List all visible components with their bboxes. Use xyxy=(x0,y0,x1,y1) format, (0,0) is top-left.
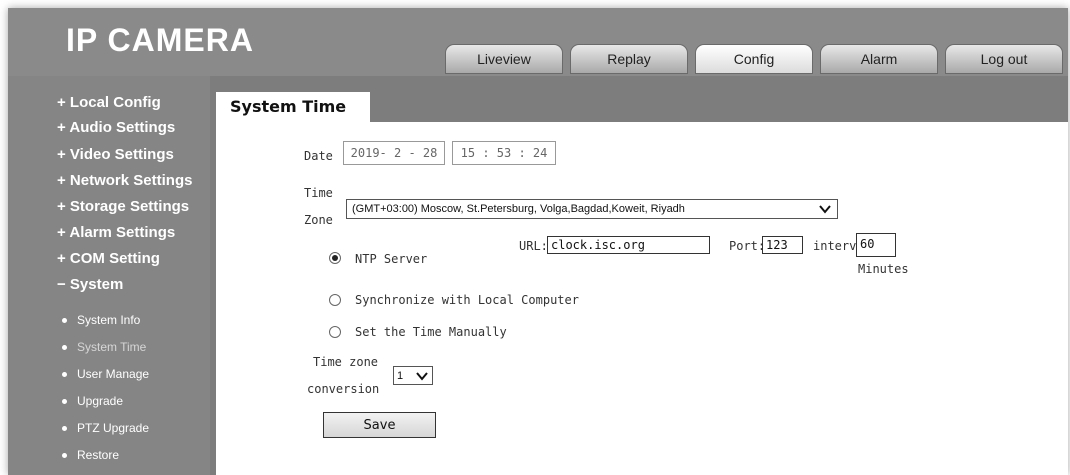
tab-alarm[interactable]: Alarm xyxy=(820,44,938,74)
bullet-icon xyxy=(62,318,67,324)
sidebar-subitem-upgrade[interactable]: Upgrade xyxy=(62,394,123,408)
chevron-down-icon xyxy=(819,205,831,214)
time-zone-select-value: (GMT+03:00) Moscow, St.Petersburg, Volga… xyxy=(352,203,685,215)
header-bar: IP CAMERA Liveview Replay Config Alarm L… xyxy=(8,8,1068,76)
sidebar-item-system[interactable]: − System xyxy=(57,276,123,293)
sidebar-subitem-label: System Time xyxy=(77,340,147,354)
system-time-panel: Date 2019- 2 - 28 15 : 53 : 24 Time Zone… xyxy=(216,122,1068,475)
sidebar-item-alarm-settings[interactable]: + Alarm Settings xyxy=(57,224,175,241)
sidebar-subitem-label: System Info xyxy=(77,313,141,327)
sidebar-item-com-setting[interactable]: + COM Setting xyxy=(57,250,160,267)
main-nav-tabs: Liveview Replay Config Alarm Log out xyxy=(445,44,1068,74)
sidebar-subitem-system-time[interactable]: System Time xyxy=(62,340,146,354)
sync-local-computer-radio[interactable] xyxy=(329,294,341,306)
tz-conversion-select-value: 1 xyxy=(397,369,404,382)
bullet-icon xyxy=(62,453,67,459)
interval-unit-label: Minutes xyxy=(858,262,909,276)
sidebar-item-local-config[interactable]: + Local Config xyxy=(57,94,161,111)
bullet-icon xyxy=(62,372,67,378)
time-zone-label-line2: Zone xyxy=(304,213,333,227)
sidebar: + Local Config + Audio Settings + Video … xyxy=(8,76,210,475)
bullet-icon xyxy=(62,345,67,351)
sidebar-subitem-label: Restore xyxy=(77,448,120,462)
bullet-icon xyxy=(62,426,67,432)
date-field[interactable]: 2019- 2 - 28 xyxy=(343,141,445,165)
url-label: URL: xyxy=(519,239,548,253)
sidebar-item-video-settings[interactable]: + Video Settings xyxy=(57,146,174,163)
time-zone-select[interactable]: (GMT+03:00) Moscow, St.Petersburg, Volga… xyxy=(346,199,838,219)
sidebar-subitem-restore[interactable]: Restore xyxy=(62,448,119,462)
sidebar-subitem-label: PTZ Upgrade xyxy=(77,421,150,435)
ntp-interval-input[interactable]: 60 xyxy=(856,233,896,257)
ntp-server-label: NTP Server xyxy=(355,252,428,266)
app-logo: IP CAMERA xyxy=(66,22,254,58)
ntp-port-input[interactable]: 123 xyxy=(762,236,803,254)
sidebar-subitem-ptz-upgrade[interactable]: PTZ Upgrade xyxy=(62,421,149,435)
sync-local-computer-label: Synchronize with Local Computer xyxy=(355,293,579,307)
tab-log-out[interactable]: Log out xyxy=(945,44,1063,74)
port-label: Port: xyxy=(729,239,766,253)
save-button[interactable]: Save xyxy=(323,412,436,438)
chevron-down-icon xyxy=(416,372,428,381)
sidebar-item-network-settings[interactable]: + Network Settings xyxy=(57,172,192,189)
ntp-url-input[interactable]: clock.isc.org xyxy=(547,236,710,254)
sidebar-item-audio-settings[interactable]: + Audio Settings xyxy=(57,119,175,136)
tz-conversion-label-line2: conversion xyxy=(307,382,380,396)
page-title-tab: System Time xyxy=(216,92,370,122)
time-zone-label-line1: Time xyxy=(304,186,333,200)
sidebar-subitem-label: User Manage xyxy=(77,367,150,381)
sidebar-subitem-label: Upgrade xyxy=(77,394,124,408)
sidebar-item-storage-settings[interactable]: + Storage Settings xyxy=(57,198,189,215)
tab-replay[interactable]: Replay xyxy=(570,44,688,74)
bullet-icon xyxy=(62,399,67,405)
time-field[interactable]: 15 : 53 : 24 xyxy=(452,141,556,165)
tz-conversion-label-line1: Time zone xyxy=(313,355,379,369)
tz-conversion-select[interactable]: 1 xyxy=(393,366,433,385)
app-window: IP CAMERA Liveview Replay Config Alarm L… xyxy=(8,8,1068,475)
ntp-server-radio[interactable] xyxy=(329,252,341,264)
sidebar-subitem-system-info[interactable]: System Info xyxy=(62,313,140,327)
tab-liveview[interactable]: Liveview xyxy=(445,44,563,74)
sidebar-subitem-user-manage[interactable]: User Manage xyxy=(62,367,149,381)
set-time-manually-radio[interactable] xyxy=(329,326,341,338)
content-area: System Time Date 2019- 2 - 28 15 : 53 : … xyxy=(216,92,1068,475)
tab-config[interactable]: Config xyxy=(695,44,813,74)
set-time-manually-label: Set the Time Manually xyxy=(355,325,507,339)
date-label: Date xyxy=(304,149,333,163)
